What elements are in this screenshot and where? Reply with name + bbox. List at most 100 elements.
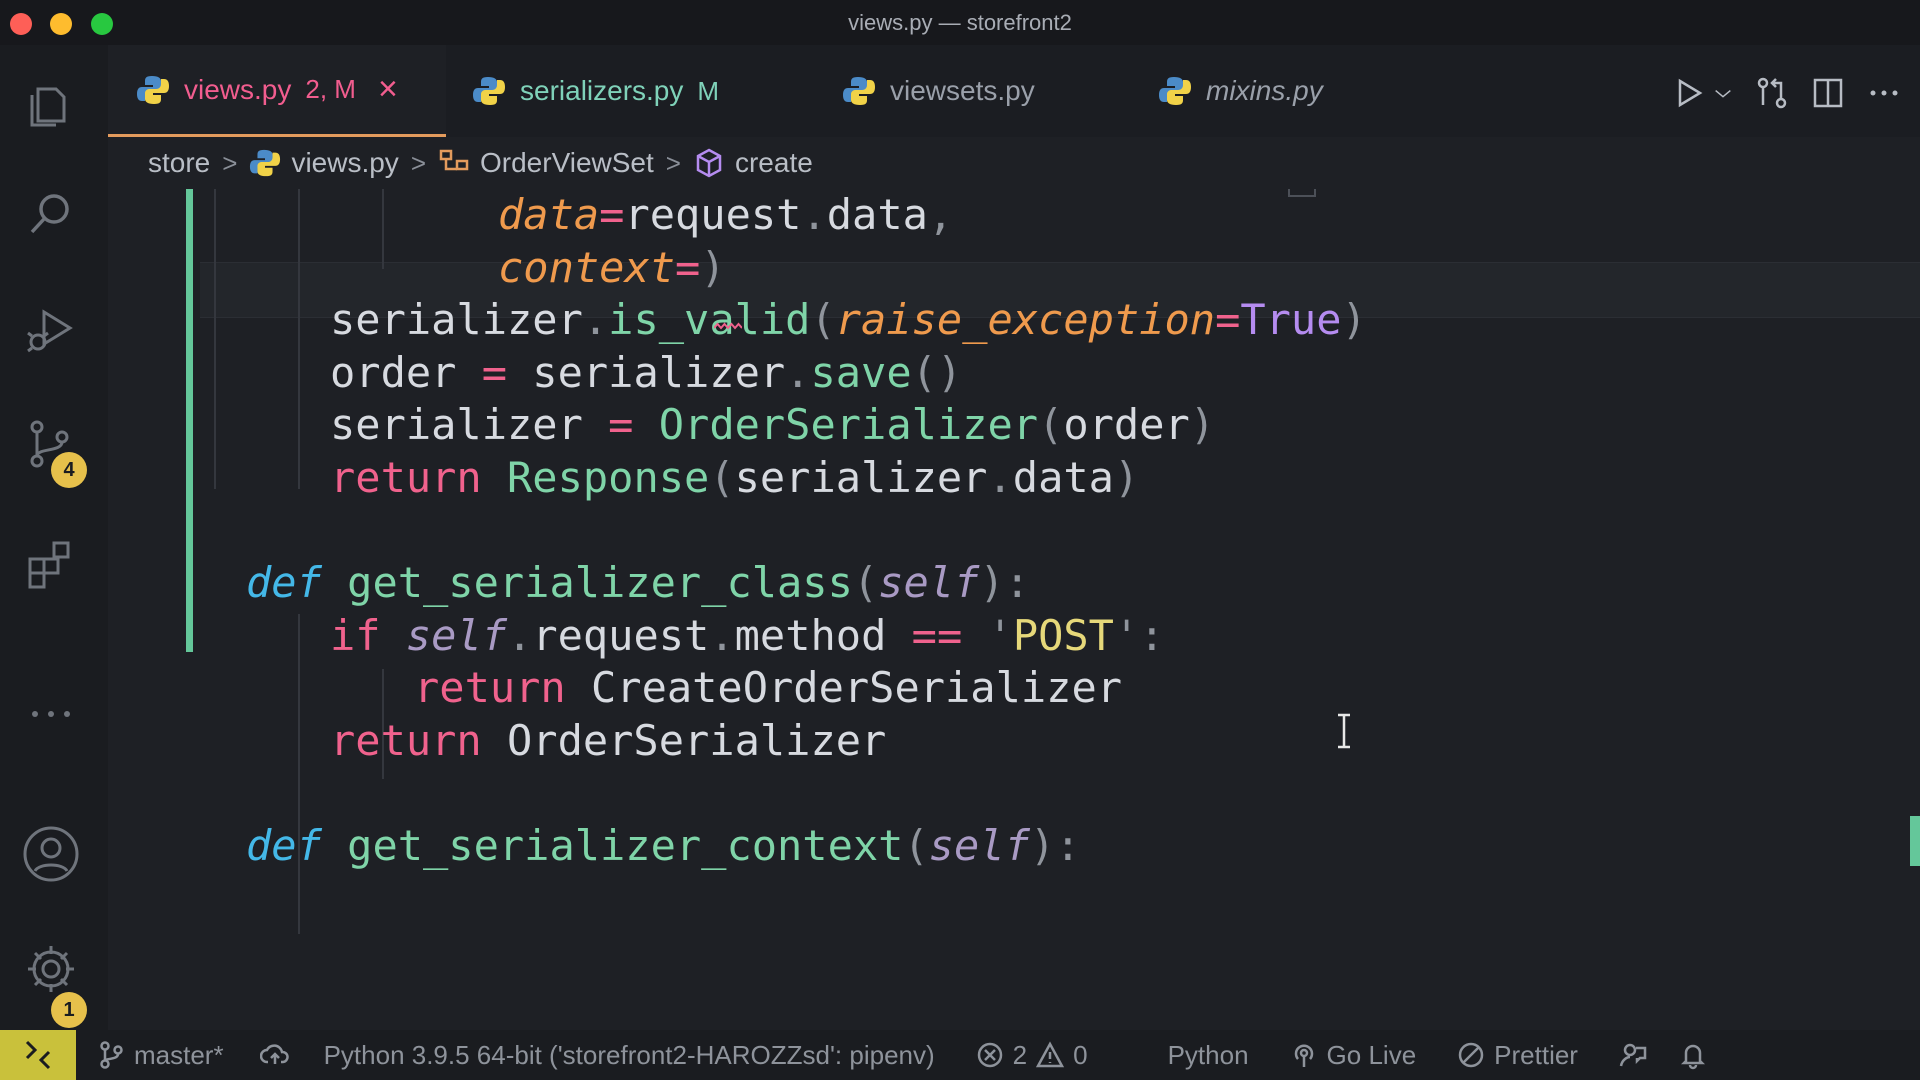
breadcrumb-item-class[interactable]: OrderViewSet <box>480 147 654 179</box>
tab-status: M <box>697 75 720 106</box>
activity-bar: 4 1 <box>0 45 108 1030</box>
chevron-right-icon: > <box>222 147 238 178</box>
indent-guide <box>382 189 384 269</box>
code-token: = <box>608 400 634 450</box>
code-token: . <box>507 610 533 660</box>
prettier-disabled-icon <box>1458 1042 1484 1068</box>
code-token: == <box>911 610 963 660</box>
close-tab-icon[interactable]: × <box>378 70 398 109</box>
branch-name: master* <box>134 1039 224 1070</box>
code-token: raise_exception <box>835 295 1216 345</box>
go-live-label: Go Live <box>1326 1039 1417 1070</box>
compare-changes-icon[interactable] <box>1754 75 1790 111</box>
method-symbol-icon <box>696 148 722 178</box>
code-token: ): <box>1029 821 1081 871</box>
code-token: POST <box>1012 610 1114 660</box>
tab-mixins-py[interactable]: mixins.py <box>1158 45 1323 137</box>
cloud-upload-icon <box>259 1044 289 1064</box>
code-token: self <box>405 610 508 660</box>
tab-label: mixins.py <box>1206 75 1323 106</box>
accounts-icon[interactable] <box>22 825 80 883</box>
more-actions-icon[interactable] <box>1866 75 1902 111</box>
scrollbar-change-marker[interactable] <box>1910 816 1920 866</box>
chevron-down-icon[interactable] <box>1712 75 1734 111</box>
code-token: ): <box>979 558 1030 608</box>
tab-viewsets-py[interactable]: viewsets.py <box>842 45 1035 137</box>
chevron-right-icon: > <box>665 147 681 178</box>
error-icon <box>977 1042 1002 1068</box>
language-mode[interactable]: Python <box>1168 1040 1249 1071</box>
interpreter-label: Python 3.9.5 64-bit ('storefront2-HAROZZ… <box>323 1039 935 1070</box>
code-token: ( <box>810 295 836 345</box>
python-file-icon <box>1159 77 1191 105</box>
code-token: , <box>927 190 954 239</box>
breadcrumb-item-folder[interactable]: store <box>148 147 210 179</box>
notifications-button[interactable] <box>1678 1040 1708 1070</box>
code-token: get_serializer_context <box>347 821 904 871</box>
code-token: = <box>599 190 625 239</box>
tab-label: serializers.py <box>520 75 684 106</box>
warning-count: 0 <box>1073 1039 1088 1070</box>
bell-icon <box>1680 1044 1705 1070</box>
tab-label: views.py <box>184 73 292 105</box>
indent-guide <box>298 614 300 934</box>
code-token: ) <box>1189 400 1216 450</box>
search-icon[interactable] <box>22 185 80 243</box>
problems-indicator[interactable]: 2 0 <box>975 1040 1088 1071</box>
code-token: data <box>498 190 600 239</box>
code-token: data <box>826 190 928 239</box>
code-token: ' <box>987 610 1013 660</box>
prettier-button[interactable]: Prettier <box>1456 1040 1578 1071</box>
code-token: Response <box>507 453 710 502</box>
tab-serializers-py[interactable]: serializers.py M <box>472 45 719 137</box>
more-views-icon[interactable] <box>22 685 80 743</box>
python-file-icon <box>137 75 169 104</box>
title-bar: views.py — storefront2 <box>0 0 1920 45</box>
extensions-icon[interactable] <box>22 535 80 593</box>
breadcrumb: store > views.py > OrderViewSet > create <box>108 137 1920 189</box>
code-token: = <box>481 347 508 397</box>
breadcrumb-item-method[interactable]: create <box>735 147 813 179</box>
code-token: self <box>878 558 980 608</box>
branch-indicator[interactable]: master* <box>96 1040 224 1071</box>
python-interpreter[interactable]: Python 3.9.5 64-bit ('storefront2-HAROZZ… <box>324 1040 935 1071</box>
prettier-label: Prettier <box>1494 1039 1578 1070</box>
split-editor-icon[interactable] <box>1810 75 1846 111</box>
code-token: . <box>987 453 1013 502</box>
code-token: . <box>582 295 609 345</box>
code-editor[interactable]: data=request.data, context=) serializer.is… <box>108 189 1920 1030</box>
code-token: def <box>246 558 322 608</box>
code-token: save <box>810 347 912 397</box>
source-control-badge: 4 <box>51 452 87 488</box>
remote-window-button[interactable] <box>0 1030 76 1080</box>
run-icon[interactable] <box>1670 75 1706 111</box>
explorer-icon[interactable] <box>22 75 80 133</box>
code-token: is_valid <box>608 295 811 345</box>
code-token: . <box>709 610 735 660</box>
code-token: return <box>330 453 482 502</box>
code-token: True <box>1240 295 1342 345</box>
window-title: views.py — storefront2 <box>848 10 1072 35</box>
code-token: context <box>498 242 676 292</box>
code-token: def <box>246 821 322 871</box>
settings-gear-icon[interactable] <box>22 940 80 998</box>
breadcrumb-item-file[interactable]: views.py <box>291 147 398 179</box>
code-token: . <box>785 347 811 397</box>
code-token: CreateOrderSerializer <box>565 663 1123 713</box>
code-token: order <box>1063 400 1190 450</box>
sync-button[interactable] <box>259 1040 290 1070</box>
tab-views-py[interactable]: views.py 2, M × <box>108 45 446 137</box>
editor-tab-bar: views.py 2, M × serializers.py M viewset… <box>108 45 1920 137</box>
code-token: data <box>1012 453 1114 502</box>
feedback-button[interactable] <box>1618 1040 1648 1070</box>
go-live-button[interactable]: Go Live <box>1289 1039 1417 1071</box>
code-token: serializer <box>330 400 609 450</box>
code-token: ( <box>852 558 879 608</box>
run-debug-icon[interactable] <box>22 300 80 358</box>
code-token: OrderSerializer <box>658 400 1039 450</box>
